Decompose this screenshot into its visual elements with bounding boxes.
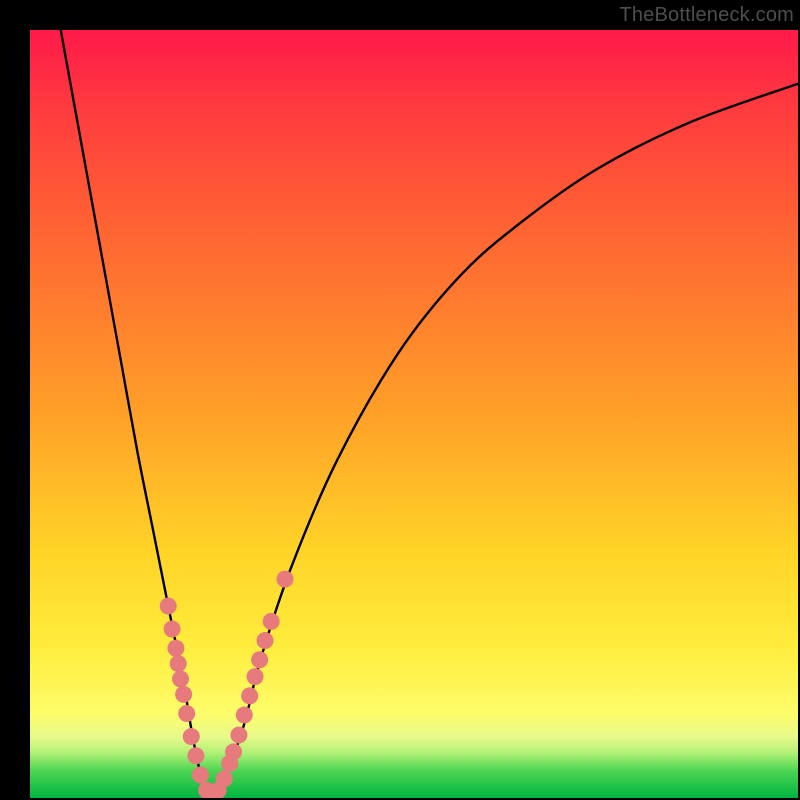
- curve-marker: [160, 598, 177, 615]
- curve-marker: [225, 743, 242, 760]
- curve-marker: [263, 613, 280, 630]
- bottleneck-curve: [61, 30, 798, 798]
- curve-marker: [167, 640, 184, 657]
- curve-marker: [172, 670, 189, 687]
- curve-marker: [170, 655, 187, 672]
- curve-marker: [183, 728, 200, 745]
- curve-marker: [187, 747, 204, 764]
- chart-frame: TheBottleneck.com: [0, 0, 800, 800]
- curve-markers: [160, 571, 294, 798]
- plot-area: [30, 30, 798, 798]
- curve-marker: [175, 686, 192, 703]
- curve-marker: [216, 770, 233, 787]
- curve-marker: [276, 571, 293, 588]
- chart-svg: [30, 30, 798, 798]
- curve-marker: [241, 687, 258, 704]
- curve-marker: [247, 668, 264, 685]
- curve-marker: [164, 621, 181, 638]
- curve-marker: [236, 707, 253, 724]
- curve-marker: [230, 727, 247, 744]
- curve-marker: [192, 766, 209, 783]
- watermark-label: TheBottleneck.com: [619, 4, 794, 27]
- curve-marker: [257, 632, 274, 649]
- curve-marker: [178, 705, 195, 722]
- curve-marker: [251, 651, 268, 668]
